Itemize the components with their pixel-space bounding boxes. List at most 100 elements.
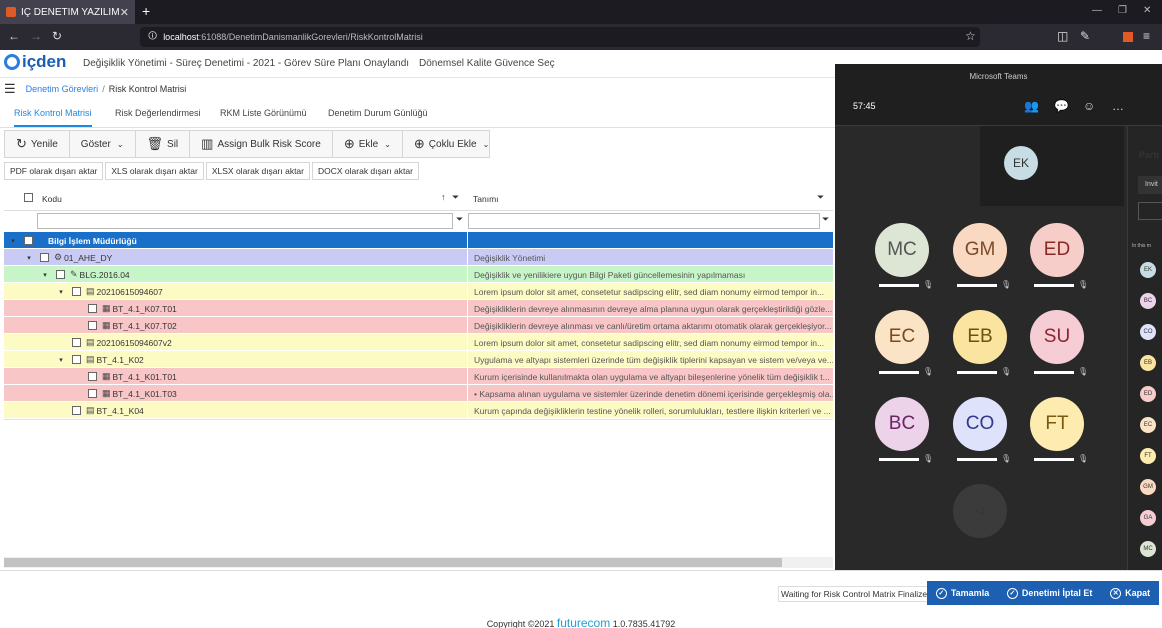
cancel-audit-button[interactable]: ✓ Denetimi İptal Et	[1006, 587, 1092, 599]
participant-list-avatar[interactable]: GM	[1140, 479, 1156, 495]
scrollbar-thumb[interactable]	[4, 558, 782, 567]
filter-icon[interactable]: ⏷	[817, 192, 824, 203]
participant-list-avatar[interactable]: GA	[1140, 510, 1156, 526]
tab-risk-control-matrix[interactable]: Risk Kontrol Matrisi	[14, 108, 92, 127]
show-button[interactable]: Göster ⌄	[70, 131, 136, 157]
collapse-icon[interactable]: ▾	[24, 254, 34, 262]
row-checkbox[interactable]	[72, 287, 81, 296]
avatar[interactable]: SU	[1030, 310, 1084, 364]
invite-input[interactable]: Invit	[1138, 176, 1162, 194]
participant-list-avatar[interactable]: EC	[1140, 417, 1156, 433]
table-row[interactable]: ▤ BT_4.1_K04 Kurum çapında değişiklikleri…	[4, 402, 833, 419]
header-quality-select[interactable]: Dönemsel Kalite Güvence Seç	[419, 58, 555, 69]
row-checkbox[interactable]	[72, 355, 81, 364]
desc-filter-input[interactable]	[468, 213, 820, 229]
tab-rkm-list[interactable]: RKM Liste Görünümü	[220, 108, 307, 118]
export-pdf-button[interactable]: PDF olarak dışarı aktar	[4, 162, 104, 180]
participant-list-avatar[interactable]: FT	[1140, 448, 1156, 464]
export-xls-button[interactable]: XLS olarak dışarı aktar	[105, 162, 204, 180]
export-docx-button[interactable]: DOCX olarak dışarı aktar	[312, 162, 419, 180]
export-xlsx-button[interactable]: XLSX olarak dışarı aktar	[205, 162, 310, 180]
row-checkbox[interactable]	[88, 304, 97, 313]
collapse-icon[interactable]: ▾	[8, 237, 18, 245]
tab-audit-log[interactable]: Denetim Durum Günlüğü	[328, 108, 428, 118]
table-row[interactable]: ▦ BT_4.1_K01.T03 • Kapsama alınan uygulam…	[4, 385, 833, 402]
search-input[interactable]	[1138, 202, 1162, 220]
table-row[interactable]: ▦ BT_4.1_K07.T02 Değişikliklerin devreye …	[4, 317, 833, 334]
row-checkbox[interactable]	[72, 406, 81, 415]
new-tab-icon[interactable]: +	[142, 3, 150, 19]
browser-tab[interactable]: İÇ DENETİM YAZILIMI ✕	[0, 0, 135, 24]
table-row[interactable]: ▾ Bilgi İşlem Müdürlüğü	[4, 232, 833, 249]
code-filter-input[interactable]	[37, 213, 453, 229]
avatar[interactable]: EB	[953, 310, 1007, 364]
table-row[interactable]: ▤ 20210615094607v2 Lorem ipsum dolor sit …	[4, 334, 833, 351]
reactions-icon[interactable]: ☺	[1083, 99, 1095, 113]
reload-icon[interactable]: ↻	[52, 29, 62, 43]
delete-button[interactable]: 🗑 Sil	[136, 131, 191, 157]
back-icon[interactable]: ←	[8, 29, 20, 43]
row-checkbox[interactable]	[88, 389, 97, 398]
avatar[interactable]: CO	[953, 397, 1007, 451]
close-tab-icon[interactable]: ✕	[120, 6, 129, 19]
collapse-icon[interactable]: ▾	[40, 271, 50, 279]
filter-icon[interactable]: ⏷	[456, 214, 463, 225]
header-task-title[interactable]: Değişiklik Yönetimi - Süreç Denetimi - 2…	[83, 58, 409, 69]
refresh-button[interactable]: ↻ Yenile	[5, 131, 70, 157]
more-participants-button[interactable]: +2	[953, 484, 1007, 538]
row-checkbox[interactable]	[88, 321, 97, 330]
row-checkbox[interactable]	[56, 270, 65, 279]
participant-list-avatar[interactable]: MC	[1140, 541, 1156, 557]
multi-add-button[interactable]: ⊕ Çoklu Ekle ⌄	[403, 131, 500, 157]
participants-icon[interactable]: 👥	[1024, 99, 1039, 113]
forward-icon[interactable]: →	[30, 29, 42, 43]
chat-icon[interactable]: 💬	[1054, 99, 1069, 113]
sort-asc-icon[interactable]: ↑	[441, 192, 446, 202]
hamburger-menu-icon[interactable]: ☰	[4, 81, 16, 97]
collapse-icon[interactable]: ▾	[56, 356, 66, 364]
breadcrumb-link[interactable]: Denetim Görevleri	[26, 84, 99, 94]
bookmark-star-icon[interactable]: ☆	[965, 29, 976, 43]
add-button[interactable]: ⊕ Ekle ⌄	[333, 131, 403, 157]
avatar[interactable]: BC	[875, 397, 929, 451]
select-all-checkbox[interactable]	[24, 193, 33, 202]
table-row[interactable]: ▾ ✎ BLG.2016.04 Değişiklik ve yenilikiere …	[4, 266, 833, 283]
addon-icon[interactable]	[1123, 32, 1133, 42]
col-desc-header[interactable]: Tanımı	[473, 194, 499, 204]
participant-list-avatar[interactable]: ED	[1140, 386, 1156, 402]
close-button[interactable]: ✕ Kapat	[1110, 587, 1150, 599]
filter-icon[interactable]: ⏷	[452, 192, 459, 203]
url-bar[interactable]: 🛈 localhost :61088/DenetimDanismanlikGor…	[140, 27, 980, 47]
col-code-header[interactable]: Kodu	[42, 194, 62, 204]
participant-list-avatar[interactable]: CO	[1140, 324, 1156, 340]
table-row[interactable]: ▾ ▤ 20210615094607 Lorem ipsum dolor sit a…	[4, 283, 833, 300]
avatar[interactable]: FT	[1030, 397, 1084, 451]
minimize-icon[interactable]: —	[1092, 5, 1102, 16]
extension-icon[interactable]: ✎	[1080, 29, 1090, 43]
participant-list-avatar[interactable]: EK	[1140, 262, 1156, 278]
close-window-icon[interactable]: ✕	[1143, 5, 1151, 16]
menu-icon[interactable]: ≡	[1143, 29, 1150, 43]
app-logo[interactable]: içden	[4, 52, 66, 72]
table-row[interactable]: ▾ ▤ BT_4.1_K02 Uygulama ve altyapı sisteml…	[4, 351, 833, 368]
more-options-icon[interactable]: …	[1112, 99, 1124, 113]
row-checkbox[interactable]	[24, 236, 33, 245]
table-row[interactable]: ▾ ⚙ 01_AHE_DY Değişiklik Yönetimi	[4, 249, 833, 266]
row-checkbox[interactable]	[88, 372, 97, 381]
collapse-icon[interactable]: ▾	[56, 288, 66, 296]
participant-list-avatar[interactable]: EB	[1140, 355, 1156, 371]
complete-button[interactable]: ✓ Tamamla	[935, 587, 989, 599]
bulk-risk-score-button[interactable]: ▥ Assign Bulk Risk Score	[190, 131, 333, 157]
pocket-icon[interactable]: ◫	[1057, 29, 1068, 43]
avatar[interactable]: GM	[953, 223, 1007, 277]
table-row[interactable]: ▦ BT_4.1_K01.T01 Kurum içerisinde kullanı…	[4, 368, 833, 385]
avatar[interactable]: MC	[875, 223, 929, 277]
row-checkbox[interactable]	[40, 253, 49, 262]
tab-risk-assessment[interactable]: Risk Değerlendirmesi	[115, 108, 201, 118]
maximize-icon[interactable]: ❐	[1118, 5, 1127, 16]
avatar[interactable]: ED	[1030, 223, 1084, 277]
table-row[interactable]: ▦ BT_4.1_K07.T01 Değişikliklerin devreye …	[4, 300, 833, 317]
row-checkbox[interactable]	[72, 338, 81, 347]
filter-icon[interactable]: ⏷	[822, 214, 829, 225]
avatar[interactable]: EC	[875, 310, 929, 364]
